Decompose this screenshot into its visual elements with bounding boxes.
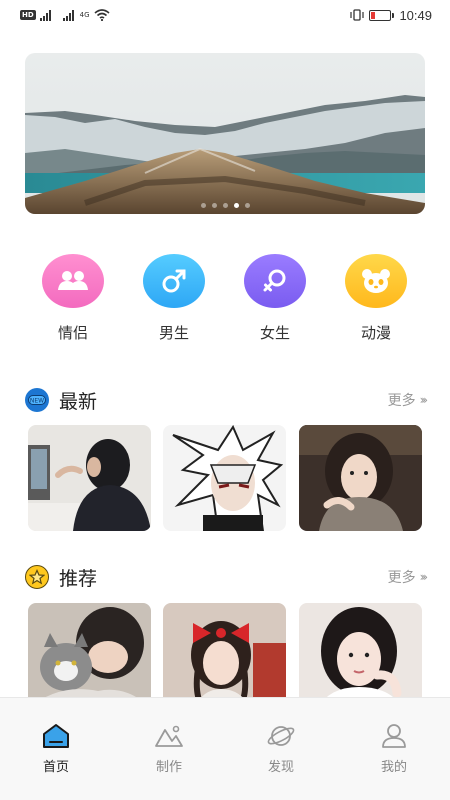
tab-label: 我的 — [380, 760, 407, 775]
svg-text:NEW: NEW — [30, 398, 44, 405]
chevrons-right-icon: ››› — [419, 570, 429, 584]
hd-badge: HD — [20, 10, 36, 20]
section-title: 最新 — [59, 390, 98, 413]
new-badge-icon: NEW — [25, 388, 49, 412]
section-title: 推荐 — [59, 567, 98, 590]
network-type: 4G — [79, 11, 90, 19]
star-icon — [25, 565, 49, 589]
signal-icon — [39, 9, 51, 21]
tab-label: 制作 — [155, 760, 182, 775]
latest-thumb[interactable] — [163, 425, 286, 531]
thumb-image — [163, 603, 286, 709]
bottom-tab-bar: 首页 制作 发现 我的 — [0, 697, 450, 800]
recommend-thumb[interactable] — [163, 603, 286, 709]
category-male[interactable]: 男生 — [134, 254, 214, 343]
status-left: HD 4G — [20, 9, 110, 21]
thumb-image — [28, 603, 151, 709]
couple-icon — [42, 254, 104, 308]
recommend-thumb[interactable] — [28, 603, 151, 709]
banner-dot[interactable] — [222, 203, 228, 208]
signal-icon — [62, 9, 74, 21]
male-icon — [143, 254, 205, 308]
panda-icon — [345, 254, 407, 308]
category-label: 动漫 — [360, 324, 391, 342]
status-right: 10:49 — [349, 8, 432, 23]
more-label: 更多 — [387, 570, 416, 586]
section-recommend-header: 推荐 更多 ››› — [25, 565, 429, 590]
thumb-image — [299, 425, 422, 531]
category-couple[interactable]: 情侣 — [33, 254, 113, 343]
category-anime[interactable]: 动漫 — [336, 254, 416, 343]
category-label: 情侣 — [57, 324, 88, 342]
latest-more-link[interactable]: 更多 ››› — [387, 390, 429, 410]
section-latest-header: NEW 最新 更多 ››› — [25, 388, 429, 413]
latest-thumb[interactable] — [299, 425, 422, 531]
tab-create[interactable]: 制作 — [139, 722, 199, 775]
thumb-image — [163, 425, 286, 531]
tab-discover[interactable]: 发现 — [251, 722, 311, 775]
banner-dot[interactable] — [211, 203, 217, 208]
profile-icon — [379, 722, 409, 750]
tab-profile[interactable]: 我的 — [364, 722, 424, 775]
tab-label: 发现 — [267, 760, 294, 775]
female-icon — [244, 254, 306, 308]
clock: 10:49 — [399, 7, 432, 23]
home-icon — [41, 722, 71, 750]
thumb-image — [28, 425, 151, 531]
more-label: 更多 — [387, 393, 416, 409]
planet-icon — [266, 722, 296, 750]
wifi-icon — [94, 9, 110, 21]
create-icon — [154, 722, 184, 750]
battery-icon — [369, 9, 395, 21]
banner-image — [25, 53, 425, 214]
category-label: 男生 — [158, 324, 189, 342]
recommend-thumb[interactable] — [299, 603, 422, 709]
banner-dot[interactable] — [233, 203, 239, 208]
category-label: 女生 — [259, 324, 290, 342]
status-bar: HD 4G 10:49 — [0, 0, 450, 30]
thumb-image — [299, 603, 422, 709]
chevrons-right-icon: ››› — [419, 393, 429, 407]
banner-dot[interactable] — [244, 203, 250, 208]
banner-carousel[interactable] — [25, 53, 425, 214]
vibrate-icon — [350, 9, 365, 21]
tab-home[interactable]: 首页 — [26, 722, 86, 775]
tab-label: 首页 — [42, 760, 69, 775]
banner-pagination — [25, 203, 425, 208]
latest-thumb[interactable] — [28, 425, 151, 531]
category-female[interactable]: 女生 — [235, 254, 315, 343]
recommend-more-link[interactable]: 更多 ››› — [387, 567, 429, 587]
banner-dot[interactable] — [200, 203, 206, 208]
